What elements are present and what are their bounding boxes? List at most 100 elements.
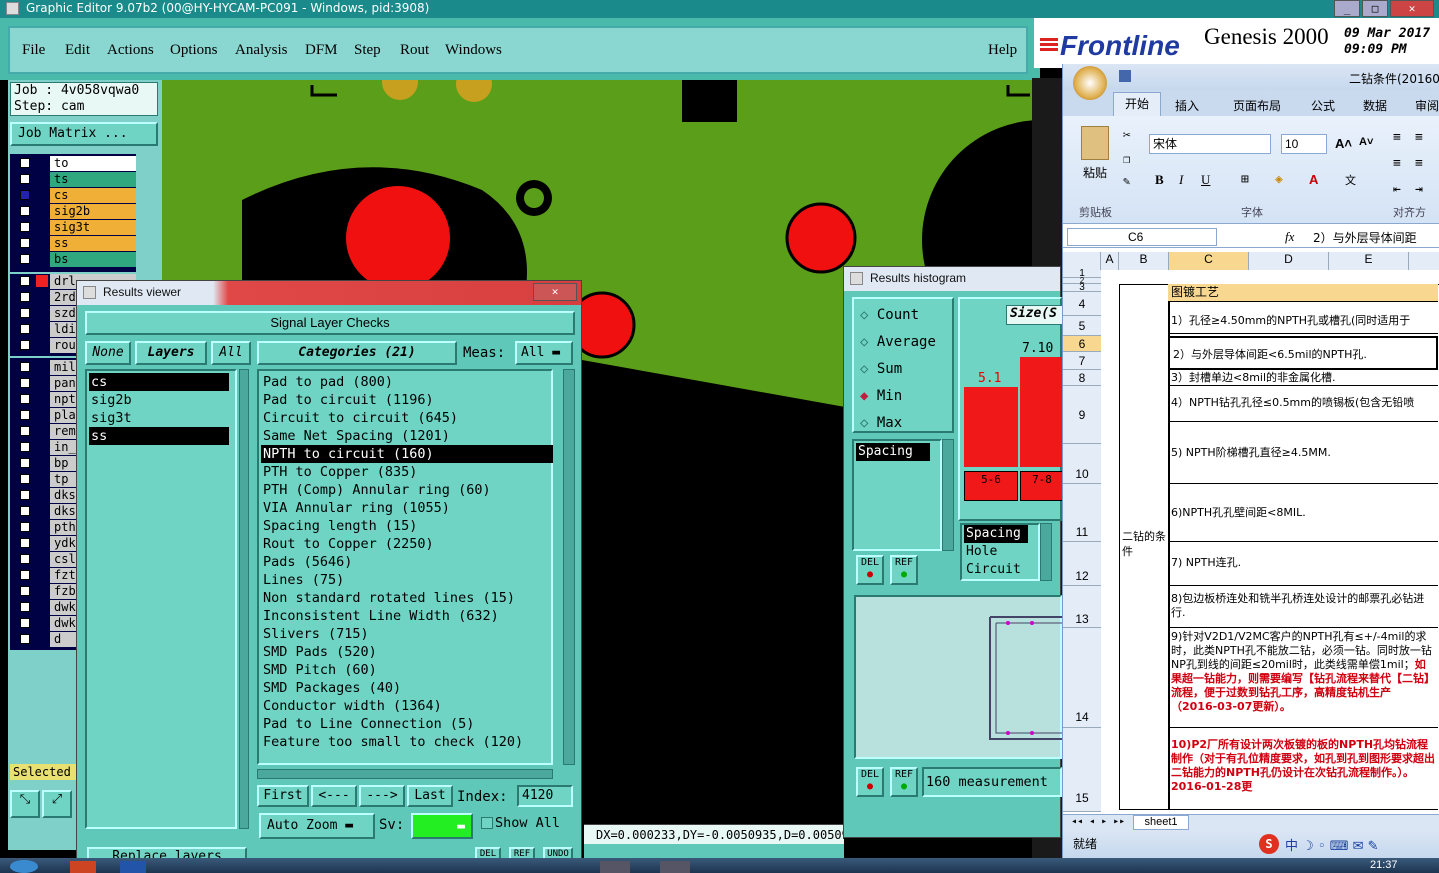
row-header[interactable]: 13 (1063, 586, 1101, 628)
menu-actions[interactable]: Actions (107, 42, 154, 59)
option-max[interactable]: ◇ Max (860, 415, 902, 431)
sv-color-dropdown[interactable]: ▬ (411, 813, 473, 839)
format-painter-icon[interactable]: ✎ (1123, 174, 1130, 188)
index-input[interactable]: 4120 (517, 785, 573, 807)
category-item[interactable]: Rout to Copper (2250) (261, 535, 434, 553)
category-item[interactable]: Pad to Line Connection (5) (261, 715, 474, 733)
first-button[interactable]: First (257, 785, 309, 807)
row-header[interactable]: 14 (1063, 628, 1101, 728)
menu-dfm[interactable]: DFM (305, 42, 338, 59)
layer-row[interactable]: ts (14, 172, 138, 187)
underline-icon[interactable]: U (1201, 172, 1210, 188)
maximize-button[interactable]: □ (1362, 0, 1388, 17)
office-button-icon[interactable] (1073, 66, 1107, 100)
menu-windows[interactable]: Windows (445, 42, 502, 59)
option-sum[interactable]: ◇ Sum (860, 361, 902, 377)
meas-dropdown[interactable]: All ▬ (515, 341, 573, 365)
align-middle-icon[interactable]: ≡ (1415, 130, 1423, 145)
category-item[interactable]: Feature too small to check (120) (261, 733, 523, 751)
snap-tool-icon[interactable]: ⤢ (42, 790, 72, 818)
auto-zoom-dropdown[interactable]: Auto Zoom ▬ (259, 813, 375, 839)
row-header[interactable]: 12 (1063, 542, 1101, 586)
tab-insert[interactable]: 插入 (1175, 97, 1199, 114)
layer-results-list[interactable]: cs sig2b sig3t ss (85, 369, 237, 829)
list-item[interactable]: sig3t (89, 409, 229, 427)
last-button[interactable]: Last (407, 785, 453, 807)
layer-checkbox[interactable] (20, 324, 30, 334)
category-item[interactable]: Conductor width (1364) (261, 697, 442, 715)
category-item[interactable]: Pads (5646) (261, 553, 352, 571)
cell-c11[interactable]: 6)NPTH孔孔壁间距<8MIL. (1168, 484, 1438, 542)
category-item[interactable]: Same Net Spacing (1201) (261, 427, 450, 445)
category-item[interactable]: Circuit to circuit (645) (261, 409, 458, 427)
list-item[interactable]: Spacing (856, 443, 930, 461)
signal-layer-checks-header[interactable]: Signal Layer Checks (85, 311, 575, 335)
copy-icon[interactable]: ❐ (1123, 152, 1130, 166)
layer-checkbox[interactable] (20, 222, 30, 232)
category-item[interactable]: VIA Annular ring (1055) (261, 499, 450, 517)
row-header[interactable]: 7 (1063, 352, 1101, 370)
menu-step[interactable]: Step (354, 42, 381, 59)
histogram-del-button[interactable]: DEL ● (856, 555, 884, 585)
job-matrix-button[interactable]: Job Matrix ... (10, 122, 158, 146)
menu-help[interactable]: Help (988, 42, 1017, 59)
column-header[interactable]: D (1249, 252, 1329, 270)
list-item[interactable]: ss (89, 427, 229, 445)
bold-icon[interactable]: B (1155, 172, 1164, 188)
layer-checkbox[interactable] (20, 308, 30, 318)
layer-checkbox[interactable] (20, 340, 30, 350)
font-name-select[interactable]: 宋体 (1149, 134, 1271, 154)
option-count[interactable]: ◇ Count (860, 307, 919, 323)
category-item[interactable]: Slivers (715) (261, 625, 369, 643)
layer-row[interactable]: sig3t (14, 220, 138, 235)
taskbar-app-icon[interactable] (120, 861, 146, 873)
layer-checkbox[interactable] (20, 190, 30, 200)
measure-tool-icon[interactable]: ⤡ (10, 790, 40, 818)
menu-file[interactable]: File (22, 42, 45, 59)
cell-c14[interactable]: 9)针对V2D1/V2MC客户的NPTH孔有≤+/-4mil的求时，此类NPTH… (1168, 628, 1438, 728)
layer-name[interactable]: bs (50, 252, 136, 267)
category-item[interactable]: Spacing length (15) (261, 517, 417, 535)
list-item[interactable]: cs (89, 373, 229, 391)
cell-c3[interactable]: 图镀工艺 (1168, 284, 1438, 302)
grow-font-icon[interactable]: A˄ (1335, 136, 1352, 151)
menu-analysis[interactable]: Analysis (235, 42, 288, 59)
close-button[interactable]: ✕ (1390, 0, 1434, 17)
category-item[interactable]: Inconsistent Line Width (632) (261, 607, 499, 625)
category-item[interactable]: Lines (75) (261, 571, 344, 589)
taskbar-app-icon[interactable] (600, 861, 630, 873)
align-top-icon[interactable]: ≡ (1393, 130, 1401, 145)
option-average[interactable]: ◇ Average (860, 334, 936, 350)
row-header[interactable]: 10 (1063, 444, 1101, 484)
next-button[interactable]: ---> (359, 785, 405, 807)
column-header[interactable]: C (1169, 252, 1249, 270)
layer-list-scrollbar[interactable] (239, 369, 249, 829)
row-header[interactable]: 9 (1063, 386, 1101, 444)
option-min[interactable]: ◆ Min (860, 388, 902, 404)
cut-icon[interactable]: ✂ (1123, 128, 1131, 143)
font-size-select[interactable]: 10 (1281, 134, 1327, 154)
cell-c4[interactable]: 1）孔径≥4.50mm的NPTH孔或槽孔(同时适用于 (1168, 308, 1438, 334)
row-header[interactable]: 3 (1063, 283, 1101, 293)
category-item[interactable]: PTH to Copper (835) (261, 463, 417, 481)
row-header[interactable]: 15 (1063, 728, 1101, 812)
histogram-list-2[interactable]: Spacing Hole Circuit (960, 523, 1040, 581)
layer-checkbox[interactable] (20, 174, 30, 184)
list-item[interactable]: Hole (964, 543, 997, 561)
bar-range-label[interactable]: 5-6 (964, 471, 1018, 501)
bar-range-label[interactable]: 7-8 (1020, 471, 1064, 501)
row-header[interactable]: 4 (1063, 292, 1101, 316)
category-item[interactable]: Pad to pad (800) (261, 373, 393, 391)
list-item[interactable]: Spacing (964, 525, 1028, 543)
cell-b-merged[interactable]: 二钻的条件 (1119, 284, 1169, 810)
category-item[interactable]: SMD Packages (40) (261, 679, 401, 697)
preview-ref-button[interactable]: REF ● (890, 767, 918, 797)
row-header[interactable]: 11 (1063, 484, 1101, 542)
save-icon[interactable] (1119, 70, 1131, 82)
phonetic-icon[interactable]: 文 (1345, 172, 1356, 188)
layer-checkbox[interactable] (20, 158, 30, 168)
categories-scrollbar[interactable] (563, 369, 575, 765)
layers-button[interactable]: Layers (135, 341, 207, 365)
align-center-icon[interactable]: ≡ (1415, 156, 1423, 171)
cell-c12[interactable]: 7) NPTH连孔. (1168, 542, 1438, 586)
